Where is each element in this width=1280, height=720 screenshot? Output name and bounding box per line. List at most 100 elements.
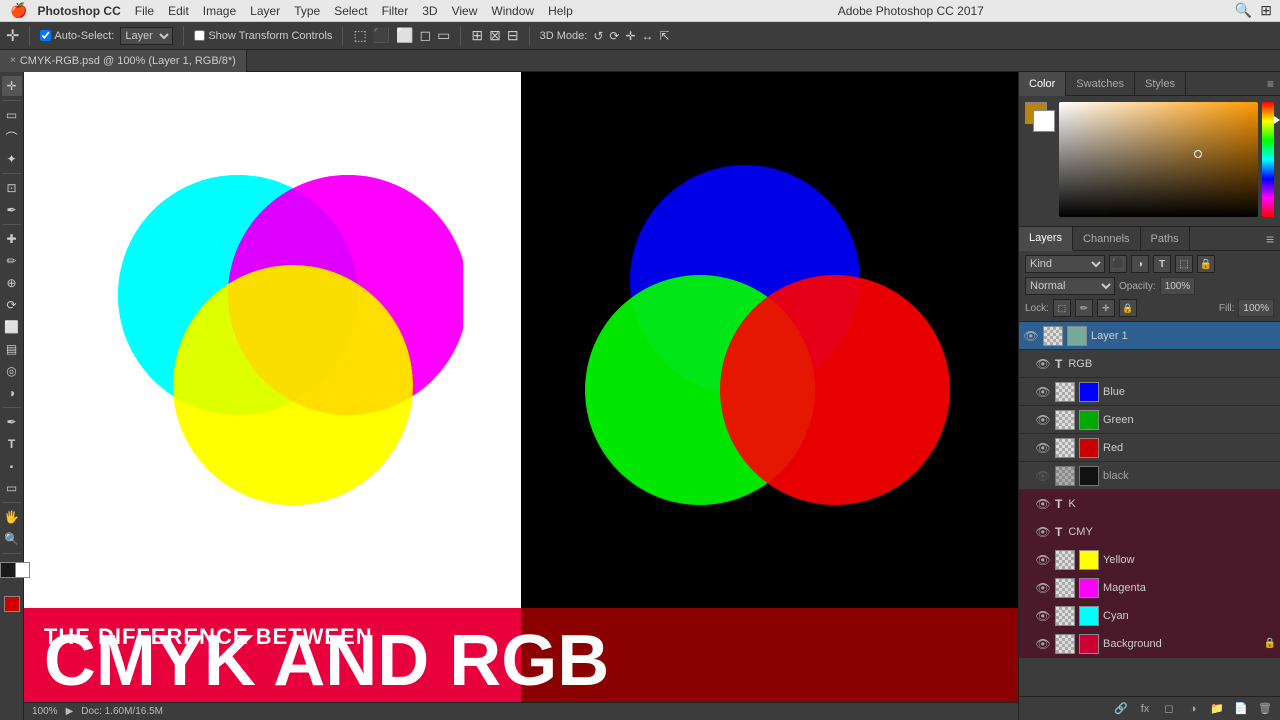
layer-item[interactable]: 👁 Blue [1019, 378, 1280, 406]
quick-mask-icon[interactable] [4, 596, 20, 612]
menu-select[interactable]: Select [334, 4, 367, 18]
search-icon[interactable]: 🔍 [1235, 2, 1252, 19]
background-color[interactable] [14, 562, 30, 578]
magic-wand-tool[interactable]: ✦ [2, 149, 22, 169]
menu-help[interactable]: Help [548, 4, 573, 18]
history-brush-tool[interactable]: ⟳ [2, 295, 22, 315]
layer-visibility-icon[interactable]: 👁 [1035, 384, 1051, 400]
align-icon-4[interactable]: ◻ [420, 27, 432, 44]
filter-smart-icon[interactable]: 🔒 [1197, 255, 1215, 273]
3d-slide-icon[interactable]: ↔ [642, 29, 654, 43]
shape-tool[interactable]: ▭ [2, 478, 22, 498]
layer-item[interactable]: 👁 Magenta [1019, 574, 1280, 602]
document-tab[interactable]: × CMYK-RGB.psd @ 100% (Layer 1, RGB/8*) [0, 50, 247, 72]
path-select-tool[interactable]: ⬝ [2, 456, 22, 476]
gradient-tool[interactable]: ▤ [2, 339, 22, 359]
tab-close-btn[interactable]: × [10, 55, 16, 66]
menu-window[interactable]: Window [491, 4, 534, 18]
delete-layer-btn[interactable]: 🗑 [1256, 700, 1274, 718]
layer-visibility-icon[interactable]: 👁 [1023, 328, 1039, 344]
healing-brush-tool[interactable]: ✚ [2, 229, 22, 249]
filter-adjust-icon[interactable]: ◑ [1131, 255, 1149, 273]
blur-tool[interactable]: ◎ [2, 361, 22, 381]
pen-tool[interactable]: ✒ [2, 412, 22, 432]
autoselect-checkbox[interactable] [40, 30, 51, 41]
lock-transparent-btn[interactable]: ⬚ [1053, 299, 1071, 317]
arrow-btn[interactable]: ▶ [66, 706, 74, 717]
3d-scale-icon[interactable]: ⇱ [660, 29, 670, 43]
menu-type[interactable]: Type [294, 4, 320, 18]
move-tool[interactable]: ✛ [2, 76, 22, 96]
align-icon-6[interactable]: ⊞ [471, 27, 483, 44]
layer-visibility-icon[interactable]: 👁 [1035, 356, 1051, 372]
lasso-tool[interactable]: ⌒ [2, 127, 22, 147]
lock-all-btn[interactable]: 🔒 [1119, 299, 1137, 317]
layer-item[interactable]: 👁 Layer 1 [1019, 322, 1280, 350]
tab-layers[interactable]: Layers [1019, 227, 1073, 251]
canvas-area[interactable]: THE DIFFERENCE BETWEEN CMYK AND RGB 100%… [24, 72, 1018, 720]
layer-visibility-icon[interactable]: 👁 [1035, 496, 1051, 512]
lock-pixel-btn[interactable]: ✏ [1075, 299, 1093, 317]
new-group-btn[interactable]: 📁 [1208, 700, 1226, 718]
layer-item[interactable]: 👁 T K [1019, 490, 1280, 518]
menu-filter[interactable]: Filter [382, 4, 409, 18]
foreground-color[interactable] [0, 562, 16, 578]
marquee-tool[interactable]: ▭ [2, 105, 22, 125]
3d-rotate-icon[interactable]: ↺ [593, 29, 603, 43]
opacity-value[interactable]: 100% [1160, 277, 1196, 295]
layers-panel-menu[interactable]: ≡ [1266, 227, 1280, 250]
menu-3d[interactable]: 3D [422, 4, 437, 18]
adjustment-layer-btn[interactable]: ◑ [1184, 700, 1202, 718]
blend-mode-select[interactable]: Normal [1025, 277, 1115, 295]
layer-visibility-icon[interactable]: 👁 [1035, 440, 1051, 456]
layer-link-btn[interactable]: 🔗 [1112, 700, 1130, 718]
crop-tool[interactable]: ⊡ [2, 178, 22, 198]
menu-image[interactable]: Image [203, 4, 236, 18]
fill-value[interactable]: 100% [1238, 299, 1274, 317]
hand-tool[interactable]: 🖐 [2, 507, 22, 527]
eraser-tool[interactable]: ⬜ [2, 317, 22, 337]
brush-tool[interactable]: ✏ [2, 251, 22, 271]
layer-style-btn[interactable]: fx [1136, 700, 1154, 718]
layer-item[interactable]: 👁 Red [1019, 434, 1280, 462]
transform-controls-checkbox[interactable] [194, 30, 205, 41]
align-icon-3[interactable]: ⬜ [396, 27, 413, 44]
layer-item[interactable]: 👁 black [1019, 462, 1280, 490]
align-icon-7[interactable]: ⊠ [489, 27, 501, 44]
layer-item[interactable]: 👁 Background 🔒 [1019, 630, 1280, 658]
tab-color[interactable]: Color [1019, 72, 1066, 96]
layer-visibility-icon[interactable]: 👁 [1035, 552, 1051, 568]
autoselect-dropdown[interactable]: Layer Group [120, 27, 173, 45]
color-picker-gradient[interactable] [1059, 102, 1258, 217]
layer-visibility-icon[interactable]: 👁 [1035, 608, 1051, 624]
layer-visibility-icon[interactable]: 👁 [1035, 468, 1051, 484]
arrange-icon[interactable]: ⊞ [1260, 2, 1272, 19]
3d-pan-icon[interactable]: ✛ [625, 29, 635, 43]
zoom-tool[interactable]: 🔍 [2, 529, 22, 549]
align-icon-1[interactable]: ⬚ [353, 27, 366, 44]
layer-visibility-icon[interactable]: 👁 [1035, 580, 1051, 596]
layer-item[interactable]: 👁 Cyan [1019, 602, 1280, 630]
layer-item[interactable]: 👁 Green [1019, 406, 1280, 434]
layer-mask-btn[interactable]: ◻ [1160, 700, 1178, 718]
tab-channels[interactable]: Channels [1073, 227, 1140, 251]
layer-item[interactable]: 👁 T RGB [1019, 350, 1280, 378]
align-icon-8[interactable]: ⊟ [507, 27, 519, 44]
color-gradient-field[interactable] [1059, 102, 1258, 217]
layer-item[interactable]: 👁 Yellow [1019, 546, 1280, 574]
type-tool[interactable]: T [2, 434, 22, 454]
color-panel-menu[interactable]: ≡ [1267, 72, 1280, 95]
filter-shape-icon[interactable]: ⬚ [1175, 255, 1193, 273]
tab-swatches[interactable]: Swatches [1066, 72, 1135, 96]
layer-visibility-icon[interactable]: 👁 [1035, 524, 1051, 540]
lock-position-btn[interactable]: ✛ [1097, 299, 1115, 317]
align-icon-5[interactable]: ▭ [437, 27, 450, 44]
layer-visibility-icon[interactable]: 👁 [1035, 412, 1051, 428]
bg-color-swatch[interactable] [1033, 110, 1055, 132]
menu-view[interactable]: View [452, 4, 478, 18]
layer-visibility-icon[interactable]: 👁 [1035, 636, 1051, 652]
eyedropper-tool[interactable]: ✒ [2, 200, 22, 220]
menu-file[interactable]: File [135, 4, 154, 18]
color-hue-slider[interactable] [1262, 102, 1274, 217]
menu-layer[interactable]: Layer [250, 4, 280, 18]
